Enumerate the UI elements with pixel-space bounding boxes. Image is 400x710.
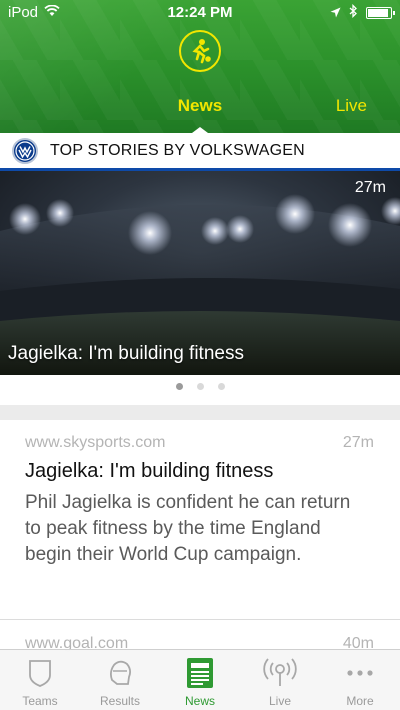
shield-icon [27, 657, 53, 689]
volkswagen-logo-icon [12, 137, 38, 164]
tab-label: More [346, 694, 374, 708]
page-dot[interactable] [217, 383, 225, 390]
section-divider [0, 405, 400, 420]
sponsor-banner[interactable]: TOP STORIES BY VOLKSWAGEN [0, 133, 400, 171]
tab-live-bottom[interactable]: Live [240, 650, 320, 710]
app-header: iPod 12:24 PM News Live [0, 0, 400, 133]
tab-label: Live [268, 694, 291, 708]
page-dot[interactable] [196, 383, 204, 390]
tab-results[interactable]: Results [80, 650, 160, 710]
hero-time: 27m [354, 179, 386, 196]
newspaper-icon [186, 657, 214, 689]
article-age: 27m [342, 434, 374, 451]
tab-label: News [184, 694, 215, 708]
hero-story[interactable]: 27m Jagielka: I'm building fitness [0, 171, 400, 375]
article-source: www.skysports.com [25, 434, 166, 451]
status-right [330, 3, 395, 22]
news-list-item[interactable]: www.skysports.com 27m Jagielka: I'm buil… [0, 420, 400, 620]
head-icon [106, 657, 134, 689]
ellipsis-icon [345, 657, 375, 689]
broadcast-icon [263, 657, 297, 689]
status-bar: iPod 12:24 PM [0, 0, 400, 26]
tab-label: Results [99, 694, 140, 708]
battery-icon [366, 7, 395, 19]
article-headline: Jagielka: I'm building fitness [25, 460, 274, 482]
tab-label: Teams [22, 694, 58, 708]
hero-caption: Jagielka: I'm building fitness [8, 343, 244, 364]
sponsor-title: TOP STORIES BY VOLKSWAGEN [50, 141, 305, 159]
bottom-tab-bar: Teams Results News Live More [0, 649, 400, 710]
article-summary: Phil Jagielka is confident he can return… [25, 492, 351, 565]
page-dot[interactable] [175, 383, 183, 390]
bluetooth-icon [349, 3, 358, 22]
tab-more[interactable]: More [320, 650, 400, 710]
tab-live[interactable]: Live [336, 96, 367, 116]
tab-teams[interactable]: Teams [0, 650, 80, 710]
tab-news-bottom[interactable]: News [160, 650, 240, 710]
page-indicator[interactable] [0, 383, 400, 390]
location-arrow-icon [330, 5, 341, 22]
app-logo-icon [179, 30, 221, 72]
